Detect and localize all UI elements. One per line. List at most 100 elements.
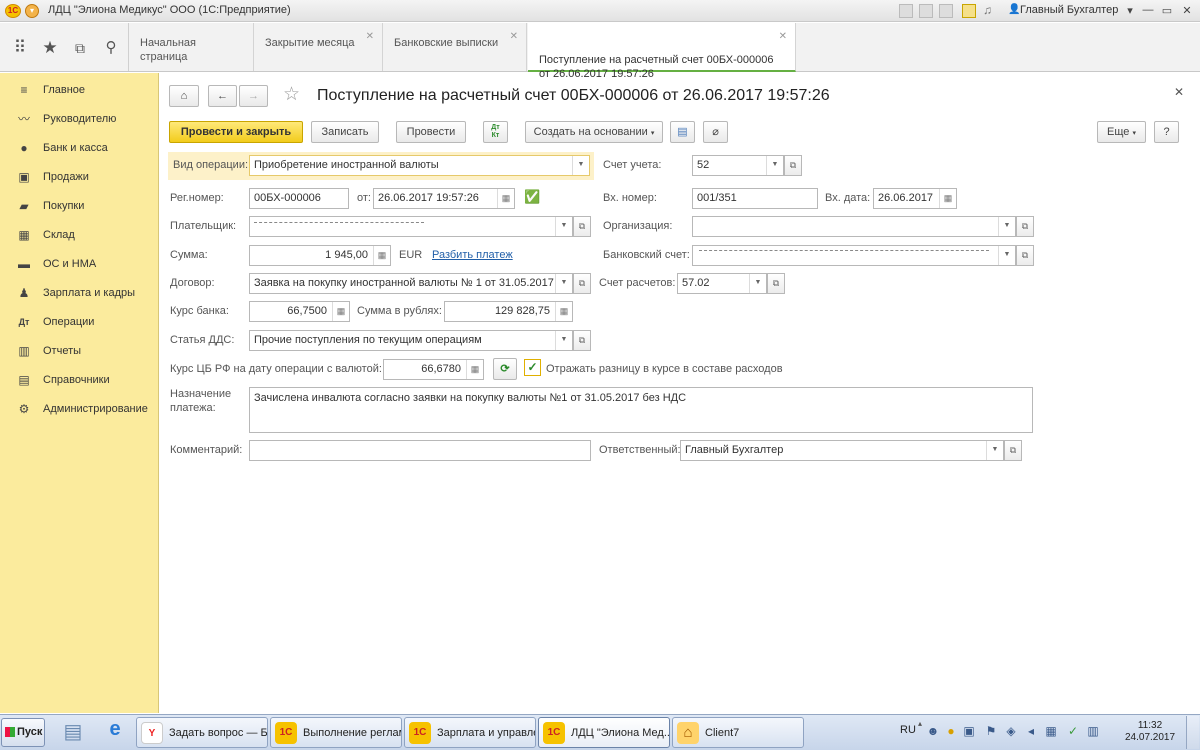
- sidebar-item-administration[interactable]: ⚙ Администрирование: [0, 395, 158, 424]
- create-based-on-button[interactable]: Создать на основании ▾: [525, 121, 663, 143]
- calculator-icon[interactable]: ▦: [555, 302, 572, 321]
- window-menu-button[interactable]: ▾: [1123, 4, 1137, 17]
- sidebar-item-bank[interactable]: ● Банк и касса: [0, 134, 158, 163]
- file-manager-icon[interactable]: ▤: [58, 719, 88, 747]
- attachment-icon[interactable]: ⌀: [703, 121, 728, 143]
- calculator-icon[interactable]: ▦: [373, 246, 390, 265]
- help-button[interactable]: ?: [1154, 121, 1179, 143]
- cb-rate-input[interactable]: 66,6780 ▦: [383, 359, 484, 380]
- date-input[interactable]: 26.06.2017 19:57:26 ▦: [373, 188, 515, 209]
- tray-app-icon[interactable]: ●: [944, 724, 958, 738]
- contract-select[interactable]: Заявка на покупку иностранной валюты № 1…: [249, 273, 573, 294]
- open-responsible-icon[interactable]: ⧉: [1004, 440, 1022, 461]
- sidebar-item-operations[interactable]: Дт Операции: [0, 308, 158, 337]
- current-user[interactable]: Главный Бухгалтер: [1020, 4, 1118, 16]
- window-tool-icon[interactable]: [899, 4, 913, 18]
- tray-app-icon[interactable]: ✓: [1066, 724, 1080, 738]
- show-desktop-button[interactable]: [1186, 716, 1199, 749]
- tab-bank-statements[interactable]: Банковские выписки ✕: [383, 23, 527, 71]
- tray-app-icon[interactable]: ▣: [962, 724, 976, 738]
- dropdown-arrow-icon[interactable]: ▼: [749, 274, 766, 293]
- tab-month-close[interactable]: Закрытие месяца ✕: [254, 23, 383, 71]
- dropdown-arrow-icon[interactable]: ▼: [998, 246, 1015, 265]
- language-indicator[interactable]: RU: [900, 724, 916, 736]
- maximize-button[interactable]: ▭: [1160, 4, 1174, 17]
- amount-input[interactable]: 1 945,00 ▦: [249, 245, 391, 266]
- open-settlement-account-icon[interactable]: ⧉: [767, 273, 785, 294]
- bank-account-select[interactable]: ▼: [692, 245, 1016, 266]
- sidebar-item-purchases[interactable]: ▰ Покупки: [0, 192, 158, 221]
- open-payer-icon[interactable]: ⧉: [573, 216, 591, 237]
- sidebar-item-sales[interactable]: ▣ Продажи: [0, 163, 158, 192]
- sidebar-item-manager[interactable]: 〰 Руководителю: [0, 105, 158, 134]
- home-button[interactable]: ⌂: [169, 85, 199, 107]
- close-tab-icon[interactable]: ✕: [779, 30, 787, 44]
- minimize-button[interactable]: —: [1141, 4, 1155, 16]
- cash-flow-select[interactable]: Прочие поступления по текущим операциям …: [249, 330, 573, 351]
- star-icon[interactable]: ★: [37, 35, 63, 61]
- in-number-input[interactable]: 001/351: [692, 188, 818, 209]
- post-and-close-button[interactable]: Провести и закрыть: [169, 121, 303, 143]
- close-window-button[interactable]: ✕: [1180, 4, 1194, 17]
- sidebar-item-catalogs[interactable]: ▤ Справочники: [0, 366, 158, 395]
- organization-select[interactable]: ▼: [692, 216, 1016, 237]
- dt-kt-postings-button[interactable]: Дт Кт: [483, 121, 508, 143]
- close-form-icon[interactable]: ✕: [1174, 85, 1184, 99]
- window-tool-icon[interactable]: [939, 4, 953, 18]
- dropdown-arrow-icon[interactable]: ▼: [766, 156, 783, 175]
- search-icon[interactable]: ⚲: [98, 35, 124, 61]
- flag-icon[interactable]: ⚑: [984, 724, 998, 738]
- document-print-icon[interactable]: ▤: [670, 121, 695, 143]
- dropdown-arrow-icon[interactable]: ▼: [555, 217, 572, 236]
- tab-home[interactable]: Начальная страница: [129, 23, 254, 71]
- clipboard-icon[interactable]: [962, 4, 976, 18]
- dropdown-arrow-icon[interactable]: ▼: [555, 274, 572, 293]
- more-button[interactable]: Еще ▾: [1097, 121, 1146, 143]
- tab-receipt-document[interactable]: Поступление на расчетный счет 00БХ-00000…: [528, 23, 796, 80]
- in-date-input[interactable]: 26.06.2017 ▦: [873, 188, 957, 209]
- calendar-icon[interactable]: ▦: [939, 189, 956, 208]
- tray-app-icon[interactable]: ☻: [926, 724, 940, 738]
- tray-app-icon[interactable]: ▥: [1086, 724, 1100, 738]
- refresh-rate-icon[interactable]: ⟳: [493, 358, 517, 380]
- amount-rub-input[interactable]: 129 828,75 ▦: [444, 301, 573, 322]
- main-menu-icon[interactable]: ▾: [25, 4, 39, 18]
- open-contract-icon[interactable]: ⧉: [573, 273, 591, 294]
- purpose-textarea[interactable]: Зачислена инвалюта согласно заявки на по…: [249, 387, 1033, 433]
- sidebar-item-payroll[interactable]: ♟ Зарплата и кадры: [0, 279, 158, 308]
- task-yandex-browser[interactable]: Y Задать вопрос — Бу...: [136, 717, 268, 748]
- task-1c-payroll[interactable]: 1С Зарплата и управле...: [404, 717, 536, 748]
- save-button[interactable]: Записать: [311, 121, 379, 143]
- split-payment-link[interactable]: Разбить платеж: [432, 245, 513, 265]
- reg-number-input[interactable]: 00БХ-000006: [249, 188, 349, 209]
- print-icon[interactable]: [919, 4, 933, 18]
- calendar-icon[interactable]: ▦: [497, 189, 514, 208]
- sidebar-item-warehouse[interactable]: ▦ Склад: [0, 221, 158, 250]
- close-tab-icon[interactable]: ✕: [510, 30, 518, 44]
- bell-icon[interactable]: ♫: [983, 3, 992, 17]
- favorite-star-icon[interactable]: ☆: [283, 83, 300, 106]
- apps-grid-icon[interactable]: ⠿: [7, 35, 33, 61]
- network-icon[interactable]: ▦: [1044, 724, 1058, 738]
- task-1c-routine[interactable]: 1С Выполнение реглам...: [270, 717, 402, 748]
- sidebar-item-main[interactable]: ≡ Главное: [0, 76, 158, 105]
- task-client7[interactable]: ⌂ Client7: [672, 717, 804, 748]
- sidebar-item-reports[interactable]: ▥ Отчеты: [0, 337, 158, 366]
- open-bank-account-icon[interactable]: ⧉: [1016, 245, 1034, 266]
- dropdown-arrow-icon[interactable]: ▼: [572, 156, 589, 175]
- payer-select[interactable]: ▼: [249, 216, 573, 237]
- sidebar-item-fixed-assets[interactable]: ▬ ОС и НМА: [0, 250, 158, 279]
- post-button[interactable]: Провести: [396, 121, 466, 143]
- task-1c-current[interactable]: 1С ЛДЦ "Элиона Мед...: [538, 717, 670, 748]
- internet-explorer-icon[interactable]: e: [100, 718, 130, 746]
- calculator-icon[interactable]: ▦: [466, 360, 483, 379]
- bank-rate-input[interactable]: 66,7500 ▦: [249, 301, 350, 322]
- open-account-icon[interactable]: ⧉: [784, 155, 802, 176]
- operation-type-select[interactable]: Приобретение иностранной валюты ▼: [249, 155, 590, 176]
- tray-app-icon[interactable]: ◈: [1004, 724, 1018, 738]
- open-organization-icon[interactable]: ⧉: [1016, 216, 1034, 237]
- reflect-diff-checkbox[interactable]: ✓: [524, 359, 541, 376]
- calculator-icon[interactable]: ▦: [332, 302, 349, 321]
- clock[interactable]: 11:32 24.07.2017: [1125, 720, 1175, 744]
- settlement-account-select[interactable]: 57.02 ▼: [677, 273, 767, 294]
